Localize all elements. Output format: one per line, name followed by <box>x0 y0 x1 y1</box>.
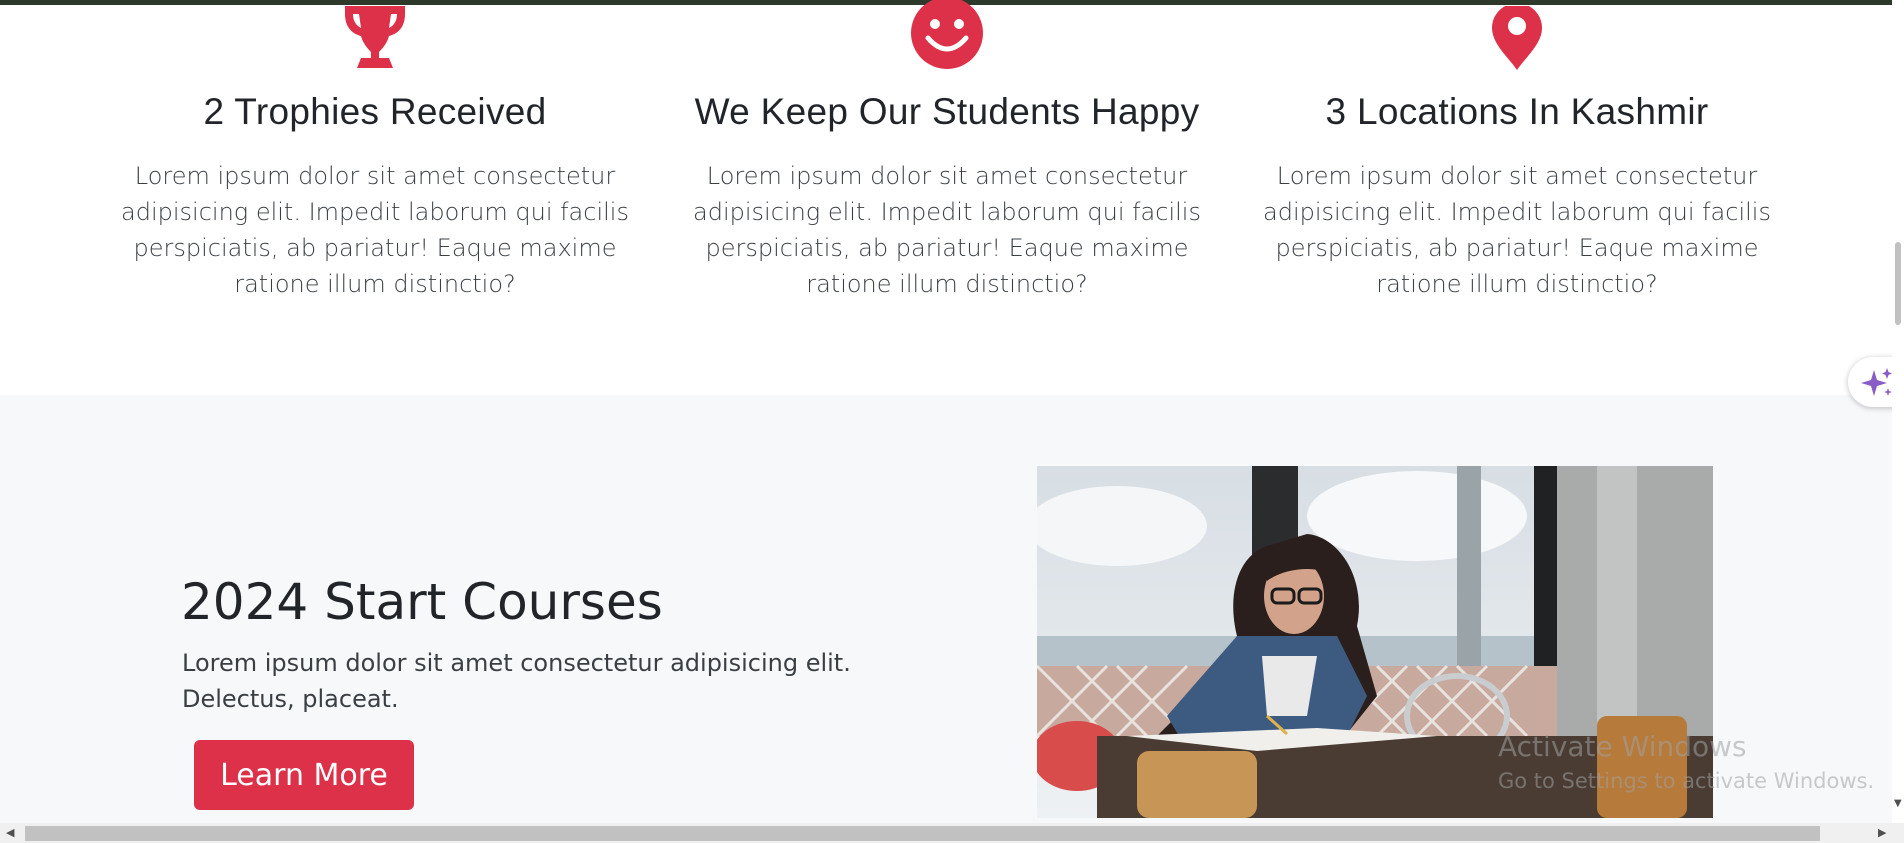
feature-text: Lorem ipsum dolor sit amet consectetur a… <box>1263 162 1771 298</box>
smile-icon <box>647 0 1247 70</box>
scroll-left-arrow-icon[interactable]: ◀ <box>6 826 14 839</box>
feature-happy-students: We Keep Our Students Happy Lorem ipsum d… <box>647 0 1247 302</box>
features-section: 2 Trophies Received Lorem ipsum dolor si… <box>0 0 1904 395</box>
feature-title: 2 Trophies Received <box>203 91 547 132</box>
location-pin-icon <box>1217 5 1817 70</box>
scroll-right-arrow-icon[interactable]: ▶ <box>1878 826 1886 839</box>
scroll-down-arrow-icon[interactable]: ▼ <box>1894 798 1902 809</box>
vertical-scrollbar-thumb[interactable] <box>1895 242 1901 325</box>
learn-more-button[interactable]: Learn More <box>194 740 414 810</box>
vertical-scrollbar[interactable]: ▼ <box>1892 0 1904 823</box>
trophy-icon <box>75 5 675 70</box>
windows-activation-watermark: Activate Windows Go to Settings to activ… <box>1498 730 1874 795</box>
feature-text: Lorem ipsum dolor sit amet consectetur a… <box>121 162 629 298</box>
horizontal-scrollbar[interactable]: ◀ ▶ <box>0 823 1904 843</box>
feature-title: 3 Locations In Kashmir <box>1325 91 1709 132</box>
courses-title: 2024 Start Courses <box>181 573 663 631</box>
feature-trophies: 2 Trophies Received Lorem ipsum dolor si… <box>75 5 675 302</box>
horizontal-scrollbar-thumb[interactable] <box>25 826 1820 841</box>
watermark-title: Activate Windows <box>1498 730 1747 763</box>
feature-text: Lorem ipsum dolor sit amet consectetur a… <box>693 162 1201 298</box>
feature-locations: 3 Locations In Kashmir Lorem ipsum dolor… <box>1217 5 1817 302</box>
feature-title: We Keep Our Students Happy <box>694 91 1200 132</box>
watermark-subtitle: Go to Settings to activate Windows. <box>1498 769 1875 793</box>
courses-description: Lorem ipsum dolor sit amet consectetur a… <box>182 649 851 713</box>
